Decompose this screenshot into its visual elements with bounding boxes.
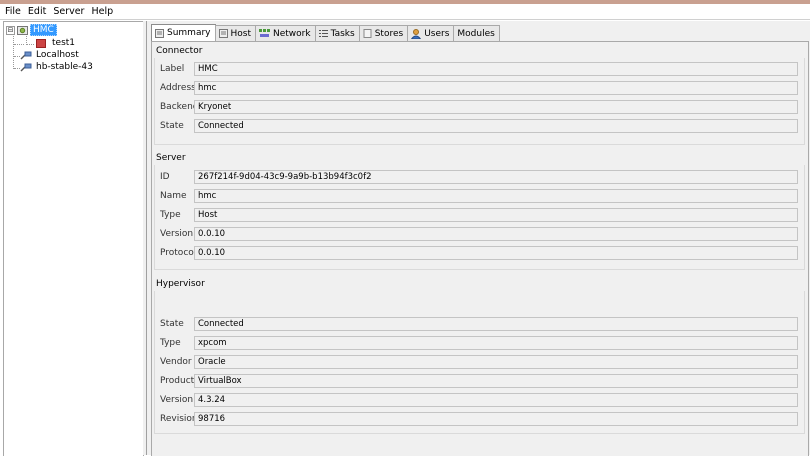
field-value: 267f214f-9d04-43c9-9a9b-b13b94f3c0f2 [194, 169, 798, 184]
menu-server[interactable]: Server [49, 6, 87, 17]
section-title: Server [156, 153, 186, 163]
field-value: Connected [194, 316, 798, 331]
connector-label-row: Label HMC [154, 60, 798, 77]
tree-node-hmc[interactable]: ⊟ HMC [6, 24, 57, 36]
collapse-toggle[interactable]: ⊟ [6, 25, 15, 35]
tree-label-test1[interactable]: test1 [50, 38, 77, 48]
server-type-row: Type Host [154, 206, 798, 223]
hypervisor-version-row: Version 4.3.24 [154, 391, 798, 408]
field-value: 0.0.10 [194, 226, 798, 241]
tasks-icon [318, 30, 328, 37]
tab-tasks[interactable]: Tasks [314, 25, 360, 41]
connector-backend-row: Backend Kryonet [154, 98, 798, 115]
hypervisor-type-row: Type xpcom [154, 334, 798, 351]
menu-edit[interactable]: Edit [24, 6, 49, 17]
server-group-icon [17, 26, 28, 35]
field-label: Backend [160, 101, 199, 112]
field-label: Label [160, 63, 185, 74]
field-value: hmc [194, 188, 798, 203]
summary-icon [155, 28, 164, 38]
server-protocol-row: Protocol 0.0.10 [154, 244, 798, 261]
hypervisor-product-row: Product VirtualBox [154, 372, 798, 389]
field-label: State [160, 318, 184, 329]
field-value: hmc [194, 80, 798, 95]
tab-stores-label: Stores [374, 28, 404, 39]
tab-bar: Summary Host Network Tasks Stores Users … [151, 24, 500, 41]
field-value: 4.3.24 [194, 392, 798, 407]
connector-state-row: State Connected [154, 117, 798, 134]
field-label: Type [160, 209, 181, 220]
tab-stores[interactable]: Stores [358, 25, 409, 41]
users-icon [411, 28, 422, 39]
section-title: Hypervisor [156, 279, 205, 289]
tab-summary-label: Summary [167, 28, 211, 38]
connection-plug-icon [20, 51, 32, 59]
server-id-row: ID 267f214f-9d04-43c9-9a9b-b13b94f3c0f2 [154, 168, 798, 185]
menu-help[interactable]: Help [87, 6, 116, 17]
field-label: Vendor [160, 356, 192, 367]
field-value: 98716 [194, 411, 798, 426]
field-label: Type [160, 337, 181, 348]
field-value: xpcom [194, 335, 798, 350]
tab-modules[interactable]: Modules [453, 25, 500, 41]
tab-host-label: Host [230, 28, 252, 39]
detail-panel: Summary Host Network Tasks Stores Users … [146, 21, 810, 456]
tab-tasks-label: Tasks [330, 28, 355, 39]
connector-section: Connector Label HMC Address hmc Backend … [154, 44, 805, 145]
field-label: Version [160, 394, 194, 405]
vm-icon [36, 38, 46, 48]
tab-modules-label: Modules [457, 28, 495, 39]
field-label: Revision [160, 413, 198, 424]
tree-node-test1[interactable]: test1 [36, 37, 77, 49]
field-value: Connected [194, 118, 798, 133]
field-label: Product [160, 375, 195, 386]
tab-network[interactable]: Network [255, 25, 316, 41]
field-value: 0.0.10 [194, 245, 798, 260]
tab-network-label: Network [273, 28, 311, 39]
section-title: Connector [156, 46, 203, 56]
hypervisor-revision-row: Revision 98716 [154, 410, 798, 427]
field-label: Version [160, 228, 194, 239]
field-label: State [160, 120, 184, 131]
field-label: ID [160, 171, 170, 182]
tab-users[interactable]: Users [407, 25, 455, 41]
connector-address-row: Address hmc [154, 79, 798, 96]
connection-plug-icon [20, 63, 32, 71]
stores-icon [363, 29, 372, 38]
network-icon [259, 29, 270, 37]
server-section: Server ID 267f214f-9d04-43c9-9a9b-b13b94… [154, 151, 805, 271]
tree-node-localhost[interactable]: Localhost [20, 49, 81, 61]
hypervisor-vendor-row: Vendor Oracle [154, 353, 798, 370]
field-value: HMC [194, 61, 798, 76]
tree-label-hb-stable-43[interactable]: hb-stable-43 [34, 62, 95, 72]
field-label: Protocol [160, 247, 197, 258]
menu-bar: File Edit Server Help [0, 4, 810, 20]
server-tree[interactable]: ⊟ HMC test1 Localhost hb-stable-43 [3, 21, 144, 456]
tree-node-hb-stable-43[interactable]: hb-stable-43 [20, 61, 95, 73]
tree-label-hmc[interactable]: HMC [30, 24, 57, 36]
field-value: VirtualBox [194, 373, 798, 388]
hypervisor-section: Hypervisor State Connected Type xpcom Ve… [154, 277, 805, 437]
server-name-row: Name hmc [154, 187, 798, 204]
field-value: Oracle [194, 354, 798, 369]
host-icon [218, 29, 228, 38]
field-value: Kryonet [194, 99, 798, 114]
summary-tab-content: Connector Label HMC Address hmc Backend … [151, 41, 809, 456]
server-version-row: Version 0.0.10 [154, 225, 798, 242]
menu-file[interactable]: File [0, 6, 24, 17]
hypervisor-state-row: State Connected [154, 315, 798, 332]
tree-label-localhost[interactable]: Localhost [34, 50, 81, 60]
field-value: Host [194, 207, 798, 222]
tab-summary[interactable]: Summary [151, 24, 216, 41]
field-label: Address [160, 82, 196, 93]
tab-host[interactable]: Host [214, 25, 256, 41]
tab-users-label: Users [424, 28, 450, 39]
field-label: Name [160, 190, 187, 201]
